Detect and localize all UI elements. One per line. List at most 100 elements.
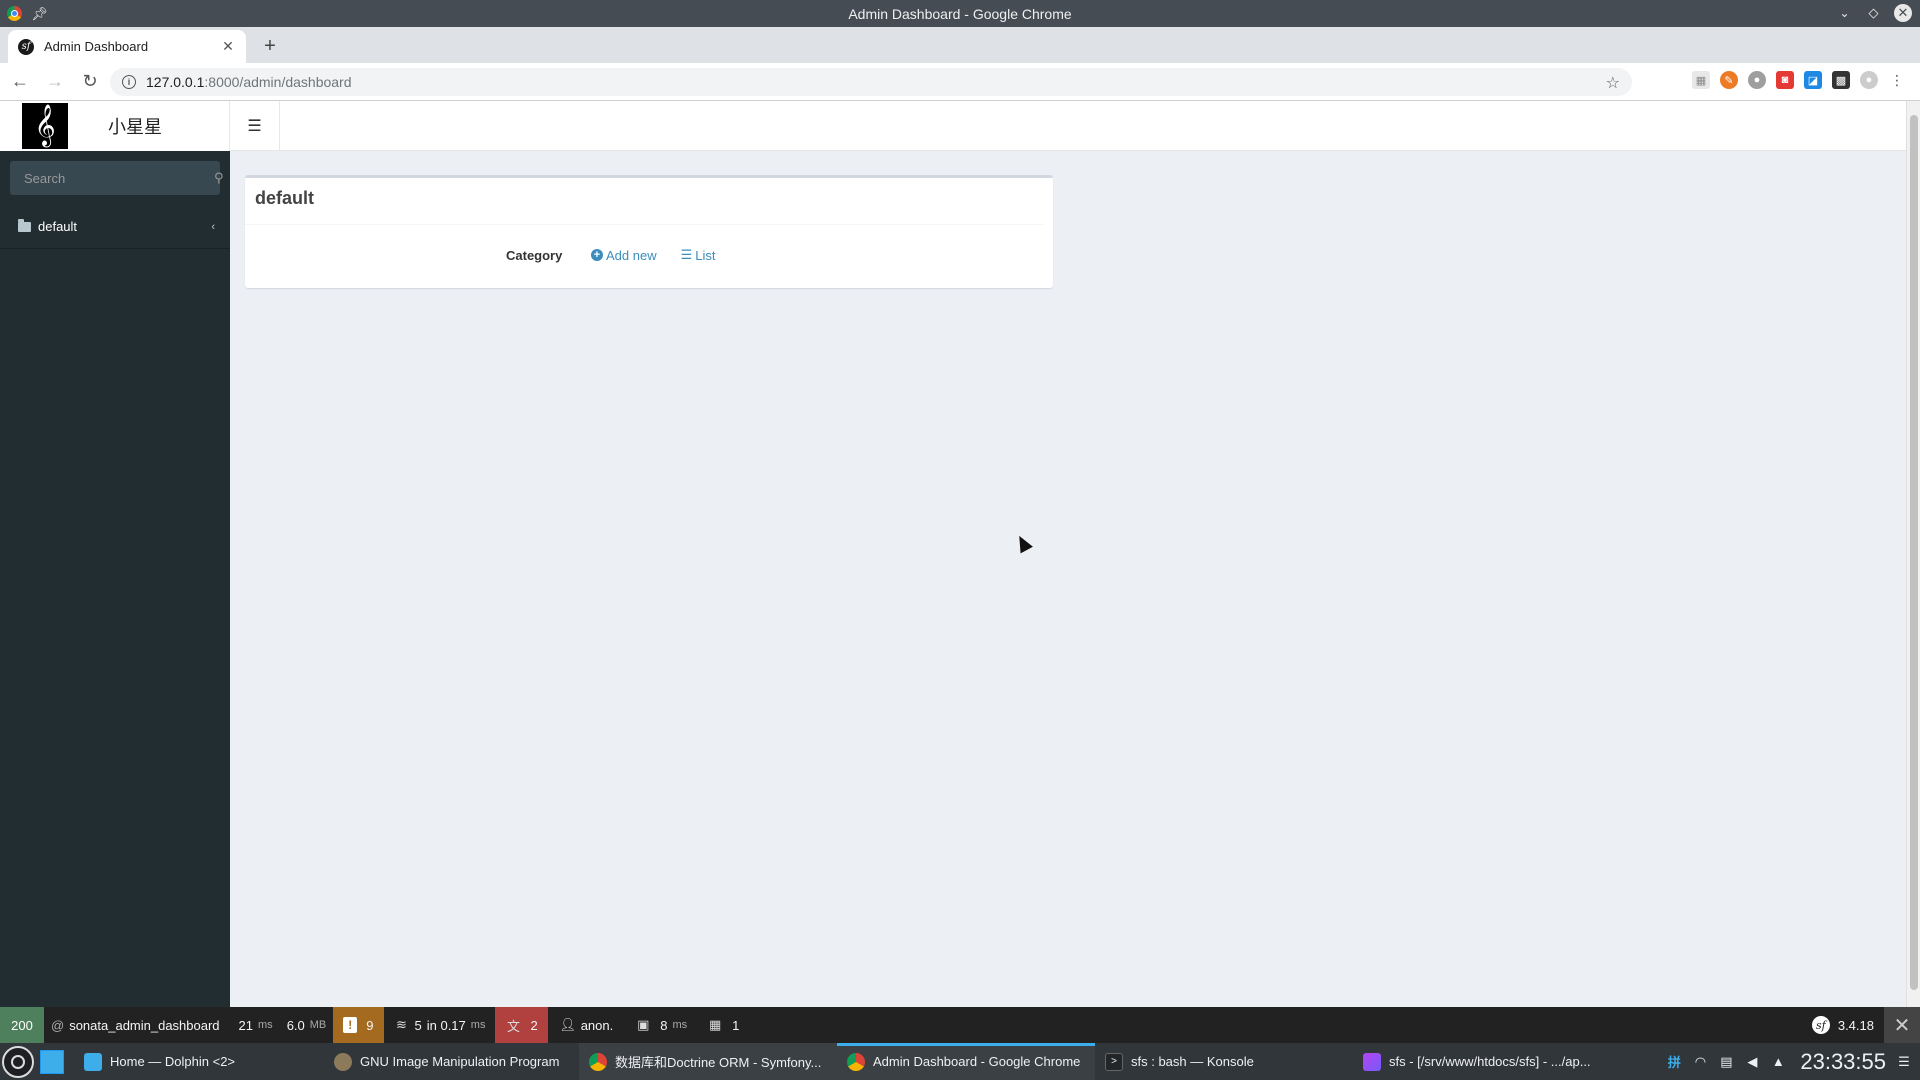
symfony-version[interactable]: 3.4.18 — [1838, 1018, 1874, 1033]
address-bar[interactable]: i 127.0.0.1:8000/admin/dashboard ☆ — [110, 68, 1632, 96]
logs-panel[interactable]: ! 9 — [333, 1007, 384, 1043]
time-panel[interactable]: 21 ms — [227, 1007, 280, 1043]
forward-arrow-icon[interactable]: → — [40, 67, 70, 97]
symfony-logo-icon[interactable]: sf — [1811, 1016, 1830, 1034]
extension-orange-icon[interactable]: ✎ — [1720, 71, 1738, 89]
twig-time: 8 — [660, 1017, 668, 1033]
show-desktop-icon[interactable] — [40, 1049, 64, 1074]
tray-expand-icon[interactable]: ▲ — [1770, 1054, 1786, 1070]
sidebar-item-default[interactable]: default ‹ — [0, 205, 230, 249]
forms-count: 1 — [732, 1017, 740, 1033]
task-gimp[interactable]: GNU Image Manipulation Program — [324, 1043, 579, 1080]
toolbar-close-icon[interactable]: ✕ — [1884, 1007, 1920, 1043]
menu-kebab-icon[interactable]: ⋮ — [1888, 71, 1906, 89]
memory-unit: MB — [309, 1019, 327, 1031]
extension-circle-icon[interactable]: ● — [1748, 71, 1766, 89]
status-code: 200 — [11, 1017, 33, 1033]
minimize-icon[interactable]: ⌄ — [1836, 5, 1853, 22]
translation-panel[interactable]: 文 2 — [495, 1007, 548, 1043]
folder-app-icon — [84, 1052, 102, 1071]
warnings-count: 9 — [366, 1017, 374, 1033]
admin-label: Category — [506, 247, 563, 263]
list-label: List — [695, 247, 716, 263]
pin-icon[interactable]: 📌︎ — [31, 5, 48, 22]
user-name: anon. — [580, 1017, 614, 1033]
volume-icon[interactable]: ◀ — [1744, 1054, 1760, 1070]
route-name: sonata_admin_dashboard — [69, 1017, 220, 1033]
task-chrome-doctrine[interactable]: 数据库和Doctrine ORM - Symfony... — [579, 1043, 837, 1080]
forms-grid-icon: ▦ — [708, 1017, 722, 1032]
user-icon: 👤︎ — [559, 1017, 576, 1032]
input-method-icon[interactable]: 拼 — [1666, 1054, 1682, 1070]
treble-clef-logo-icon: 𝄞 — [22, 103, 68, 149]
route-info[interactable]: @ sonata_admin_dashboard — [44, 1007, 227, 1043]
chrome-app-icon — [847, 1052, 865, 1071]
sidebar: ⚲ default ‹ — [0, 151, 230, 1007]
logo-text: 小星星 — [108, 117, 162, 137]
task-phpstorm[interactable]: sfs - [/srv/www/htdocs/sfs] - .../ap... — [1353, 1043, 1611, 1080]
clock[interactable]: 23:33:55 — [1800, 1049, 1886, 1075]
at-sign: @ — [51, 1017, 65, 1033]
task-label: sfs : bash — Konsole — [1131, 1054, 1254, 1069]
taskbar: Home — Dolphin <2> GNU Image Manipulatio… — [0, 1043, 1920, 1080]
forms-panel[interactable]: ▦ 1 — [697, 1007, 749, 1043]
extension-red-icon[interactable]: ◙ — [1776, 71, 1794, 89]
chrome-app-icon[interactable] — [6, 5, 23, 22]
tab-close-icon[interactable]: ✕ — [220, 38, 236, 55]
url-host: 127.0.0.1 — [146, 74, 205, 90]
url-path: :8000/admin/dashboard — [204, 74, 352, 90]
terminal-app-icon: > — [1105, 1052, 1123, 1071]
task-label: 数据库和Doctrine ORM - Symfony... — [615, 1055, 822, 1070]
tab-strip: sf Admin Dashboard ✕ + — [0, 27, 1920, 63]
task-konsole[interactable]: > sfs : bash — Konsole — [1095, 1043, 1353, 1080]
translation-errors: 2 — [530, 1017, 538, 1033]
task-label: Home — Dolphin <2> — [110, 1054, 236, 1069]
security-panel[interactable]: 👤︎ anon. — [548, 1007, 626, 1043]
task-dolphin[interactable]: Home — Dolphin <2> — [74, 1043, 324, 1080]
back-arrow-icon[interactable]: ← — [5, 67, 35, 97]
list-icon: ☰ — [680, 247, 693, 262]
doctrine-panel[interactable]: ≋ 5 in 0.17 ms — [384, 1007, 496, 1043]
extension-blue-icon[interactable]: ◪ — [1804, 71, 1822, 89]
sidebar-item-label: default — [38, 219, 78, 234]
task-label: sfs - [/srv/www/htdocs/sfs] - .../ap... — [1389, 1054, 1591, 1069]
main-header: 𝄞 小星星 ☰ — [0, 101, 1906, 151]
add-new-label: Add new — [606, 247, 657, 263]
bookmark-star-icon[interactable]: ☆ — [1606, 73, 1620, 93]
clipboard-icon[interactable]: ▤ — [1718, 1054, 1734, 1070]
extension-qr-icon[interactable]: ▩ — [1832, 71, 1850, 89]
task-label: Admin Dashboard - Google Chrome — [873, 1054, 1081, 1069]
status-code-badge[interactable]: 200 — [0, 1007, 44, 1043]
memory-panel[interactable]: 6.0 MB — [280, 1007, 334, 1043]
new-tab-plus-icon[interactable]: + — [260, 36, 280, 56]
symfony-debug-toolbar: 200 @ sonata_admin_dashboard 21 ms 6.0 M… — [0, 1007, 1920, 1043]
maximize-icon[interactable]: ◇ — [1865, 5, 1882, 22]
add-new-link[interactable]: + Add new — [591, 248, 657, 263]
profile-avatar-icon[interactable]: ● — [1860, 71, 1878, 89]
panel-menu-icon[interactable]: ☰ — [1896, 1054, 1912, 1070]
symfony-favicon-icon: sf — [18, 38, 34, 55]
search-input[interactable] — [10, 161, 214, 195]
app-launcher-icon[interactable] — [2, 1045, 34, 1078]
scrollbar-thumb[interactable] — [1910, 115, 1918, 990]
browser-tab-admin-dashboard[interactable]: sf Admin Dashboard ✕ — [8, 30, 246, 63]
list-link[interactable]: ☰ List — [681, 247, 716, 263]
page-viewport: 𝄞 小星星 ☰ ⚲ default ‹ default Category — [0, 101, 1920, 1007]
symfony-version-area: sf 3.4.18 ✕ — [1811, 1007, 1920, 1043]
hamburger-menu-icon[interactable]: ☰ — [230, 101, 280, 151]
box-header: default — [245, 178, 1043, 225]
twig-panel[interactable]: ▣ 8 ms — [625, 1007, 697, 1043]
search-icon[interactable]: ⚲ — [214, 161, 224, 195]
page-scrollbar[interactable] — [1906, 101, 1920, 1007]
sidebar-search-form: ⚲ — [10, 161, 224, 195]
logo-area[interactable]: 𝄞 小星星 — [0, 101, 230, 151]
wifi-icon[interactable]: ◠ — [1692, 1054, 1708, 1070]
window-close-icon[interactable]: ✕ — [1894, 4, 1912, 22]
reload-icon[interactable]: ↻ — [75, 67, 105, 97]
dashboard-box: default Category + Add new ☰ List — [245, 175, 1053, 288]
translation-icon: 文 — [506, 1018, 520, 1034]
chrome-app-icon — [589, 1052, 607, 1071]
site-info-icon[interactable]: i — [122, 75, 136, 89]
extension-puzzle-icon[interactable]: ▦ — [1692, 71, 1710, 89]
task-chrome-admin[interactable]: Admin Dashboard - Google Chrome — [837, 1043, 1095, 1080]
